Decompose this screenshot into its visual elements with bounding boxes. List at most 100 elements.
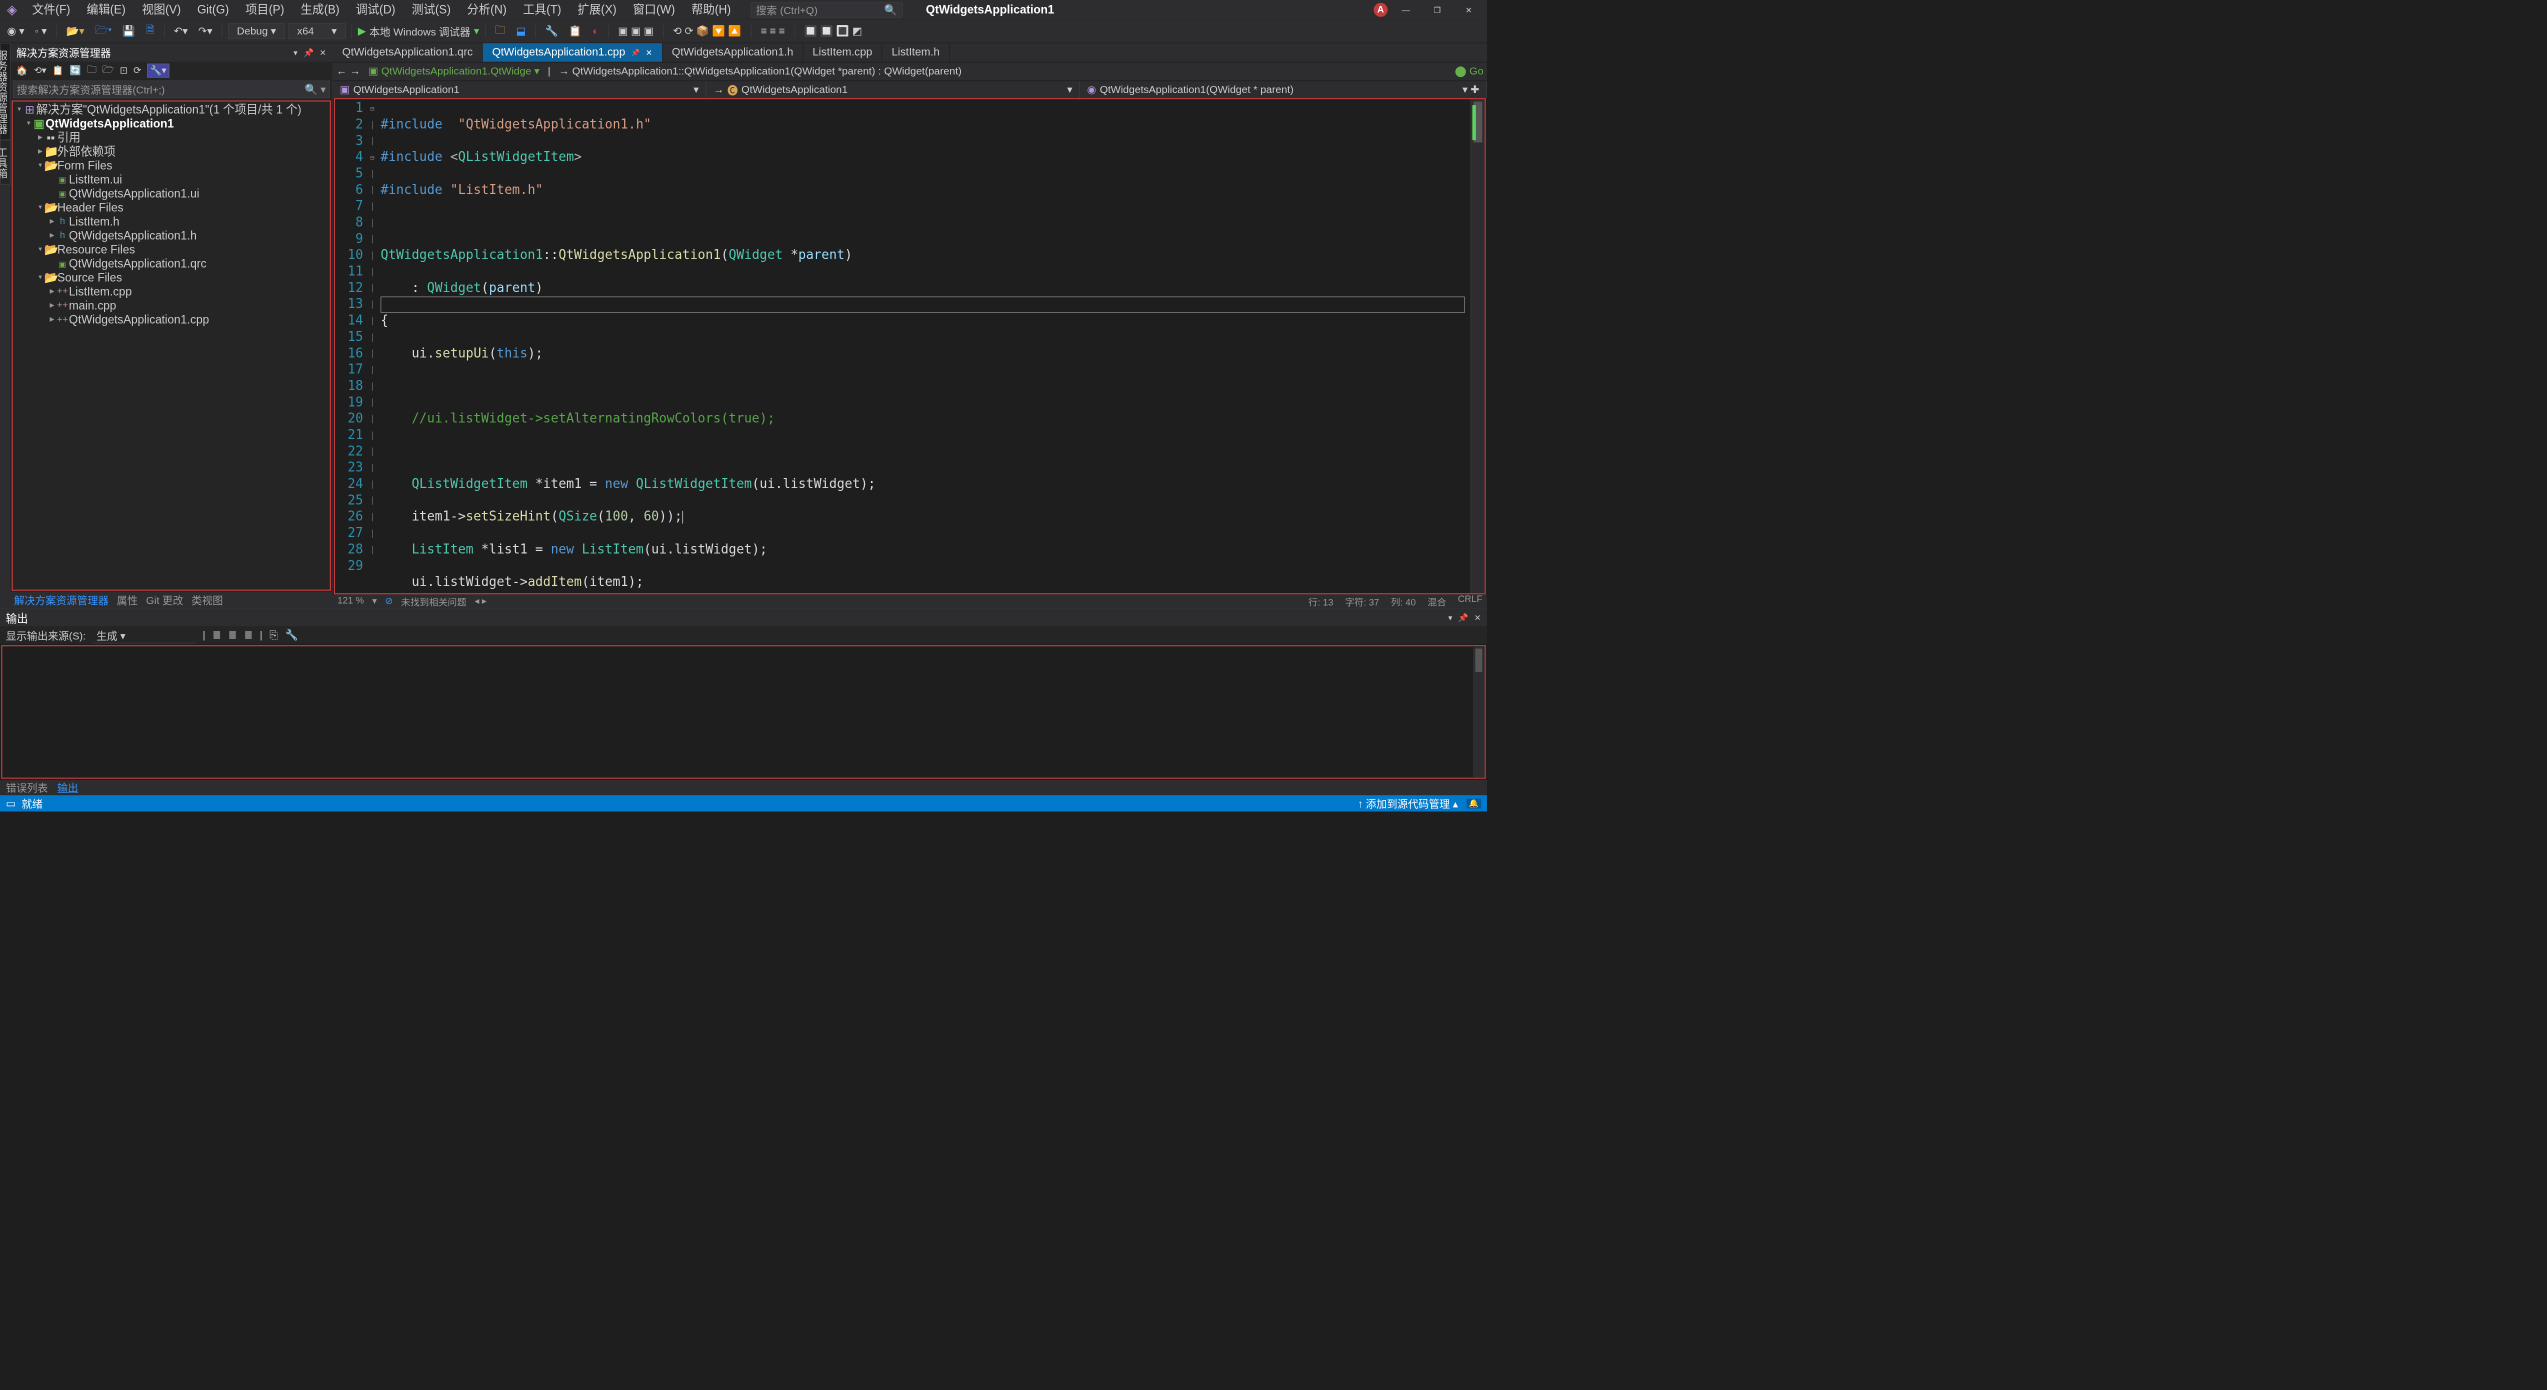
scroll-map[interactable] <box>1471 99 1485 593</box>
tree-file[interactable]: ▶++QtWidgetsApplication1.cpp <box>13 313 330 327</box>
config-dropdown[interactable]: Debug ▾ <box>228 23 285 39</box>
close-icon[interactable]: ✕ <box>319 48 326 58</box>
menu-debug[interactable]: 调试(D) <box>348 0 404 20</box>
nav-scope[interactable]: → QtWidgetsApplication1::QtWidgetsApplic… <box>554 65 966 77</box>
menu-analyze[interactable]: 分析(N) <box>459 0 515 20</box>
form-files-node[interactable]: ▼📂Form Files <box>13 159 330 173</box>
start-debug-button[interactable]: ▶ 本地 Windows 调试器 ▾ <box>358 24 479 39</box>
header-files-node[interactable]: ▼📂Header Files <box>13 201 330 215</box>
close-button[interactable]: ✕ <box>1455 0 1482 20</box>
save-button[interactable]: 💾 <box>119 23 139 39</box>
nav-forward-button[interactable]: ◦ ▾ <box>31 23 50 39</box>
toolbar-icon[interactable]: 🗀 <box>491 21 509 42</box>
fold-column[interactable]: ⊟││⊟││││││││││││││││││││││││ <box>370 99 381 593</box>
tree-file[interactable]: ▣QtWidgetsApplication1.ui <box>13 187 330 201</box>
menu-git[interactable]: Git(G) <box>189 0 237 20</box>
toolbar-icon[interactable]: 🗀 <box>87 63 96 79</box>
bottom-tab-git[interactable]: Git 更改 <box>146 593 183 608</box>
status-notifications[interactable]: 🔔 <box>1466 798 1481 808</box>
project-node[interactable]: ▼▣QtWidgetsApplication1 <box>13 117 330 131</box>
external-deps-node[interactable]: ▶📁外部依赖项 <box>13 145 330 159</box>
bottom-tab-properties[interactable]: 属性 <box>117 593 138 608</box>
tree-file[interactable]: ▶++ListItem.cpp <box>13 285 330 299</box>
file-tab[interactable]: QtWidgetsApplication1.h <box>662 43 803 62</box>
tab-error-list[interactable]: 错误列表 <box>6 780 48 795</box>
toolbar-icon[interactable]: 📋 <box>565 23 585 39</box>
solution-root[interactable]: ▼⊞解决方案"QtWidgetsApplication1"(1 个项目/共 1 … <box>13 103 330 117</box>
nav-project[interactable]: ▣ QtWidgetsApplication1.QtWidge ▾ <box>364 65 545 77</box>
tree-file[interactable]: ▣QtWidgetsApplication1.qrc <box>13 257 330 271</box>
file-tab[interactable]: ListItem.cpp <box>803 43 882 62</box>
tree-file[interactable]: ▶hQtWidgetsApplication1.h <box>13 229 330 243</box>
panel-dropdown-icon[interactable]: ▾ <box>1448 613 1452 623</box>
menu-window[interactable]: 窗口(W) <box>625 0 683 20</box>
breadcrumb-project[interactable]: ▣QtWidgetsApplication1▾ <box>333 81 707 98</box>
maximize-button[interactable]: ❐ <box>1424 0 1451 20</box>
pin-icon[interactable]: 📌 <box>631 48 640 56</box>
status-git[interactable]: ↑ 添加到源代码管理 ▴ <box>1358 796 1458 811</box>
tab-output[interactable]: 输出 <box>57 780 78 795</box>
code-editor[interactable]: 1234567891011121314151617181920212223242… <box>334 98 1486 594</box>
file-tab-active[interactable]: QtWidgetsApplication1.cpp📌✕ <box>483 43 663 62</box>
output-toolbar-icon[interactable]: ⎘ <box>270 629 278 641</box>
panel-dropdown-icon[interactable]: ▾ <box>294 48 298 58</box>
nav-back-button[interactable]: ◉ ▾ <box>4 23 28 39</box>
undo-button[interactable]: ↶▾ <box>170 23 191 39</box>
pin-icon[interactable]: 📌 <box>1458 613 1468 623</box>
menu-help[interactable]: 帮助(H) <box>683 0 739 20</box>
toolbar-icon[interactable]: 🔲 🔲 🔳 ◩ <box>801 23 866 39</box>
output-scrollbar[interactable] <box>1473 646 1485 777</box>
toolbar-icon[interactable]: ▣ ▣ ▣ <box>615 23 658 39</box>
menu-build[interactable]: 生成(B) <box>292 0 347 20</box>
menu-extensions[interactable]: 扩展(X) <box>569 0 624 20</box>
menu-edit[interactable]: 编辑(E) <box>79 0 134 20</box>
source-files-node[interactable]: ▼📂Source Files <box>13 271 330 285</box>
bottom-tab-classview[interactable]: 类视图 <box>191 593 223 608</box>
tree-file[interactable]: ▶hListItem.h <box>13 215 330 229</box>
file-tab[interactable]: ListItem.h <box>882 43 949 62</box>
nav-back-icon[interactable]: ← → <box>336 65 360 77</box>
file-tab[interactable]: QtWidgetsApplication1.qrc <box>333 43 483 62</box>
sync-icon[interactable]: 🔄 <box>70 65 82 77</box>
menu-tools[interactable]: 工具(T) <box>515 0 570 20</box>
server-explorer-tab[interactable]: 服务器资源管理器 <box>0 43 11 140</box>
output-source-dropdown[interactable]: 生成 ▾ <box>93 627 196 643</box>
code-lines[interactable]: #include "QtWidgetsApplication1.h" #incl… <box>381 99 1471 593</box>
toolbar-icon[interactable]: 🔧 <box>542 23 562 39</box>
home-icon[interactable]: 🏠 <box>16 65 28 77</box>
toolbar-icon[interactable]: ⟳ <box>133 65 141 77</box>
breadcrumb-class[interactable]: →🅒QtWidgetsApplication1▾ <box>706 81 1080 98</box>
toolbar-icon[interactable]: 📋 <box>52 65 64 77</box>
toolbar-icon[interactable]: ≡ ≡ ≡ <box>757 23 788 39</box>
toolbox-tab[interactable]: 工具箱 <box>0 140 11 184</box>
go-button[interactable]: ⬤ Go <box>1455 65 1484 77</box>
spanner-icon[interactable]: 🔧▾ <box>147 64 169 78</box>
open-button[interactable]: 🗁▾ <box>91 21 115 42</box>
toolbar-icon[interactable]: 🗁 <box>102 63 114 79</box>
status-window-icon[interactable]: ▭ <box>6 797 16 809</box>
resource-files-node[interactable]: ▼📂Resource Files <box>13 243 330 257</box>
pin-icon[interactable]: 📌 <box>303 48 313 58</box>
toolbar-icon[interactable]: ◐ <box>589 23 602 39</box>
new-button[interactable]: 📂▾ <box>63 23 88 39</box>
output-toolbar-icon[interactable]: ≣ <box>244 629 253 641</box>
platform-dropdown[interactable]: x64 ▾ <box>288 23 345 39</box>
toolbar-icon[interactable]: ⟲▾ <box>34 65 47 77</box>
close-icon[interactable]: ✕ <box>1474 613 1481 623</box>
menu-project[interactable]: 项目(P) <box>237 0 292 20</box>
toolbar-icon[interactable]: ⬓ <box>512 23 529 39</box>
minimize-button[interactable]: — <box>1392 0 1419 20</box>
output-toolbar-icon[interactable]: ≣ <box>212 629 221 641</box>
zoom-level[interactable]: 121 % <box>337 596 363 607</box>
bottom-tab-solution[interactable]: 解决方案资源管理器 <box>14 593 109 608</box>
avatar[interactable]: A <box>1374 3 1388 17</box>
close-icon[interactable]: ✕ <box>646 48 653 58</box>
menu-test[interactable]: 测试(S) <box>404 0 459 20</box>
menu-file[interactable]: 文件(F) <box>24 0 79 20</box>
toolbar-icon[interactable]: ⊡ <box>120 65 128 77</box>
output-toolbar-icon[interactable]: 🔧 <box>285 629 298 641</box>
tree-file[interactable]: ▣ListItem.ui <box>13 173 330 187</box>
menu-view[interactable]: 视图(V) <box>134 0 189 20</box>
output-body[interactable] <box>1 645 1486 779</box>
breadcrumb-function[interactable]: ◉QtWidgetsApplication1(QWidget * parent)… <box>1080 81 1487 98</box>
